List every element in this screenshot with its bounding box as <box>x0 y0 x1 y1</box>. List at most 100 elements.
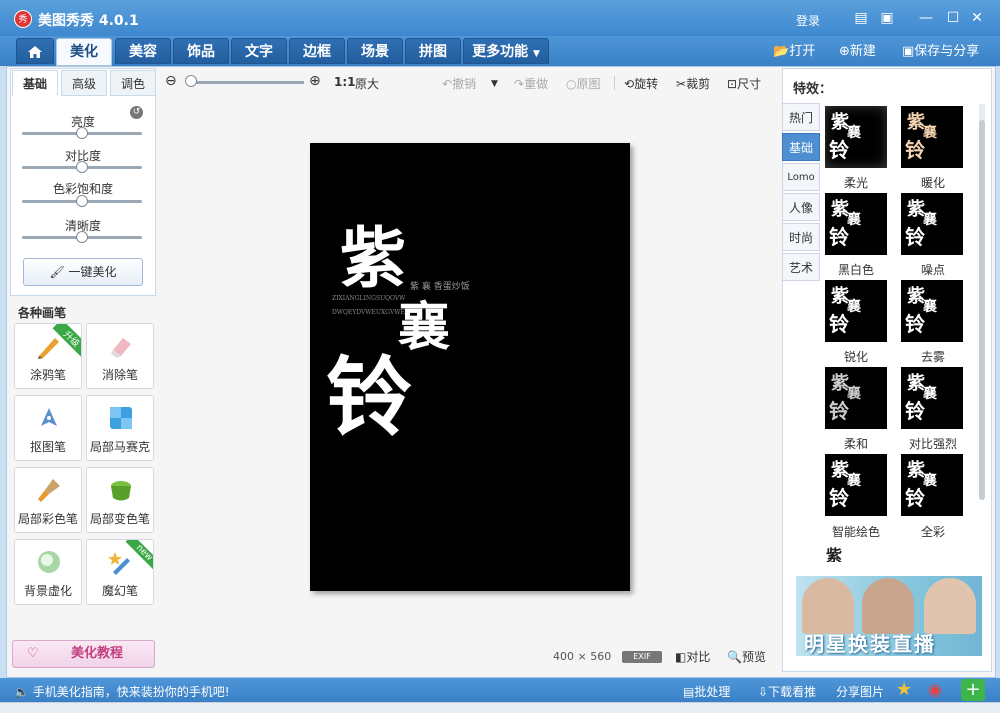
window-mode-icon[interactable]: ▣ <box>876 8 898 28</box>
status-message[interactable]: 🔈 手机美化指南，快来装扮你的手机吧! <box>14 683 230 700</box>
subtab-tone[interactable]: 调色 <box>110 70 156 96</box>
weibo-icon[interactable]: ◉ <box>928 680 950 700</box>
add-green-icon[interactable]: + <box>961 679 985 701</box>
sharpness-slider-knob[interactable] <box>76 231 88 243</box>
ad-banner[interactable]: 明星换装直播 <box>796 576 982 656</box>
effect-label-sharpen: 锐化 <box>843 350 868 364</box>
undo-dropdown-icon[interactable]: ▼ <box>491 79 498 89</box>
effect-label-noise: 噪点 <box>920 263 945 277</box>
rotate-button[interactable]: ⟲旋转 <box>624 75 658 92</box>
photo-canvas[interactable]: 紫 襄 铃 紫 襄 香蛋炒饭 ZIXIANGLINGSUQOVW DWQEYDV… <box>310 143 630 591</box>
undo-button[interactable]: ↶撤销 <box>442 75 476 92</box>
zoom-ratio-button[interactable]: 1:1 <box>334 75 356 89</box>
magic-brush-tile[interactable]: new 魔幻笔 <box>86 539 154 605</box>
batch-label: 批处理 <box>694 685 731 699</box>
zoom-slider[interactable] <box>186 81 304 84</box>
minimize-button[interactable]: — <box>915 8 937 28</box>
eraser-brush-tile[interactable]: 消除笔 <box>86 323 154 389</box>
effect-thumb-dehaze[interactable]: 紫襄铃 <box>901 280 963 342</box>
effect-category-portrait[interactable]: 人像 <box>782 193 820 221</box>
tab-more-features[interactable]: 更多功能 ▼ <box>463 38 549 64</box>
thumb-char-2: 襄 <box>847 473 861 489</box>
zoom-in-icon[interactable]: ⊕ <box>309 73 321 89</box>
effect-thumb-full-color[interactable]: 紫襄铃 <box>901 454 963 516</box>
effect-thumb-warm[interactable]: 紫襄铃 <box>901 106 963 168</box>
tab-beautify[interactable]: 美化 <box>56 38 112 66</box>
batch-button[interactable]: ▤批处理 <box>683 683 730 700</box>
home-icon <box>28 46 42 58</box>
subtab-basic[interactable]: 基础 <box>12 70 58 96</box>
download-button[interactable]: ⇩下载看推 <box>758 683 816 700</box>
subtab-advanced[interactable]: 高级 <box>61 70 107 96</box>
tab-accessories[interactable]: 饰品 <box>173 38 229 64</box>
color-brush-tile[interactable]: 局部彩色笔 <box>14 467 82 533</box>
exif-button[interactable]: EXIF <box>622 651 662 663</box>
doodle-brush-tile[interactable]: 升级 涂鸦笔 <box>14 323 82 389</box>
original-size-button[interactable]: 原大 <box>355 75 379 92</box>
tab-beauty[interactable]: 美容 <box>115 38 171 64</box>
effect-thumb-soft-light[interactable]: 紫襄铃 <box>825 106 887 168</box>
preview-button[interactable]: 🔍预览 <box>727 648 766 665</box>
redo-button[interactable]: ↷重做 <box>514 75 548 92</box>
new-button[interactable]: ⊕新建 <box>839 40 876 59</box>
ad-text: 明星换装直播 <box>804 632 936 656</box>
redo-icon: ↷ <box>514 77 525 91</box>
effect-thumb-soft[interactable]: 紫襄铃 <box>825 367 887 429</box>
message-icon[interactable]: ▤ <box>850 8 872 28</box>
effect-category-fashion[interactable]: 时尚 <box>782 223 820 251</box>
speaker-icon: 🔈 <box>14 685 29 699</box>
thumb-char-2: 襄 <box>923 125 937 141</box>
effect-thumb-high-contrast[interactable]: 紫襄铃 <box>901 367 963 429</box>
share-image-label[interactable]: 分享图片 <box>836 683 884 700</box>
mosaic-brush-tile[interactable]: 局部马赛克 <box>86 395 154 461</box>
thumb-char-3: 铃 <box>829 225 849 249</box>
tab-collage[interactable]: 拼图 <box>405 38 461 64</box>
effect-label-soft-light: 柔光 <box>843 176 868 190</box>
original-image-button[interactable]: ○原图 <box>566 75 601 92</box>
image-pinyin-line-2: DWQEYDVWEUXGVWE <box>332 309 405 316</box>
effect-category-art[interactable]: 艺术 <box>782 253 820 281</box>
effect-thumb-black-white[interactable]: 紫襄铃 <box>825 193 887 255</box>
blur-circle-icon <box>38 551 60 573</box>
zoom-out-icon[interactable]: ⊖ <box>165 73 177 89</box>
effect-thumb-smart-color[interactable]: 紫襄铃 <box>825 454 887 516</box>
mosaic-brush-label: 局部马赛克 <box>89 440 150 454</box>
close-button[interactable]: ✕ <box>966 8 988 28</box>
effect-category-hot[interactable]: 热门 <box>782 103 820 131</box>
tab-frame[interactable]: 边框 <box>289 38 345 64</box>
crayon-icon <box>38 338 59 359</box>
maximize-button[interactable]: ☐ <box>942 8 964 28</box>
effect-category-basic[interactable]: 基础 <box>782 133 820 161</box>
background-blur-tile[interactable]: 背景虚化 <box>14 539 82 605</box>
tab-text[interactable]: 文字 <box>231 38 287 64</box>
recolor-brush-label: 局部变色笔 <box>89 512 150 526</box>
effect-thumb-sharpen[interactable]: 紫襄铃 <box>825 280 887 342</box>
zoom-slider-knob[interactable] <box>185 75 197 87</box>
effect-category-lomo[interactable]: Lomo <box>782 163 820 191</box>
auto-beautify-label: 一键美化 <box>68 265 117 279</box>
star-icon[interactable]: ★ <box>896 680 918 700</box>
compare-button[interactable]: ◧对比 <box>675 648 710 665</box>
saturation-slider-knob[interactable] <box>76 195 88 207</box>
ad-person-2 <box>862 578 914 634</box>
crop-button[interactable]: ✂裁剪 <box>676 75 710 92</box>
image-pinyin-line-1: ZIXIANGLINGSUQOVW <box>332 295 406 302</box>
save-share-button[interactable]: ▣保存与分享 <box>902 40 979 59</box>
open-button[interactable]: 📂打开 <box>773 40 815 59</box>
beautify-tutorial-button[interactable]: ♡ 美化教程 <box>12 640 155 668</box>
undo-label: 撤销 <box>452 77 477 91</box>
tab-scene[interactable]: 场景 <box>347 38 403 64</box>
login-link[interactable]: 登录 <box>796 12 820 29</box>
magic-wand-icon <box>108 552 130 575</box>
contrast-slider-knob[interactable] <box>76 161 88 173</box>
effect-thumb-next-partial[interactable]: 紫 <box>826 542 856 562</box>
effect-thumb-noise[interactable]: 紫襄铃 <box>901 193 963 255</box>
tab-home[interactable] <box>16 38 54 64</box>
plus-circle-icon: ⊕ <box>839 44 850 59</box>
auto-beautify-button[interactable]: 🖌 一键美化 <box>23 258 143 286</box>
effects-scrollbar-thumb[interactable] <box>979 120 985 500</box>
resize-button[interactable]: ⊡尺寸 <box>727 75 761 92</box>
recolor-brush-tile[interactable]: 局部变色笔 <box>86 467 154 533</box>
brightness-slider-knob[interactable] <box>76 127 88 139</box>
cutout-brush-tile[interactable]: 抠图笔 <box>14 395 82 461</box>
